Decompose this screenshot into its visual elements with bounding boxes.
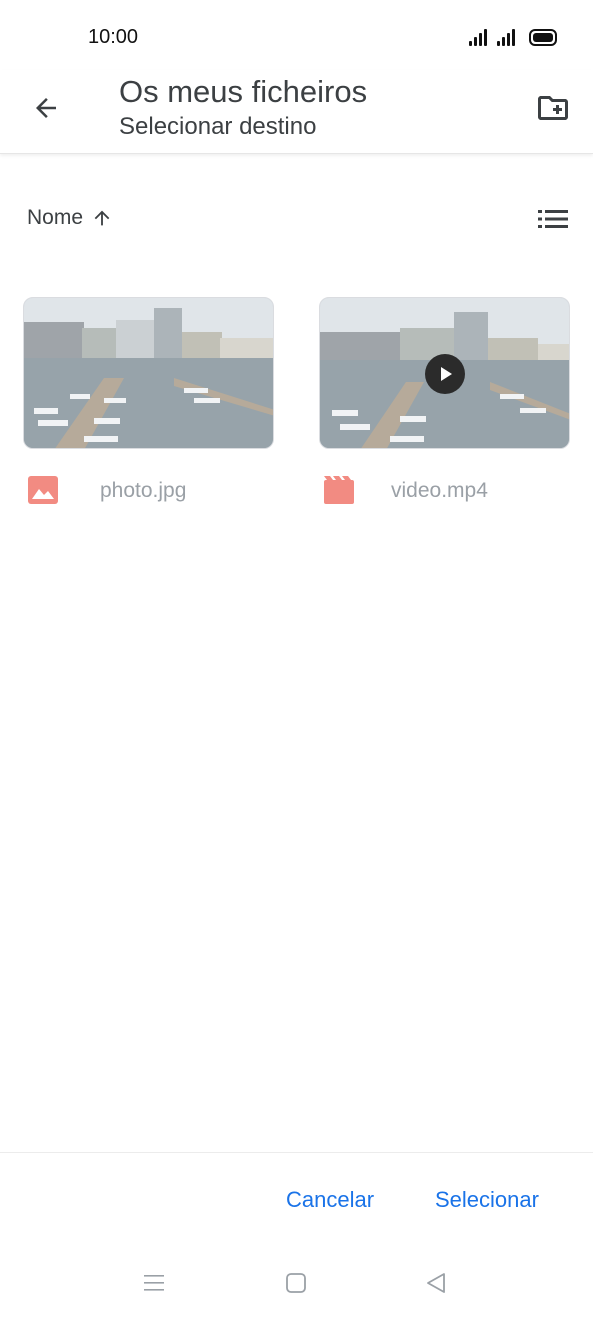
battery-icon xyxy=(529,29,557,46)
view-toggle-button[interactable] xyxy=(533,202,573,236)
back-triangle-icon xyxy=(427,1273,445,1293)
status-bar: 10:00 xyxy=(0,0,593,70)
action-bar: Cancelar Selecionar xyxy=(0,1152,593,1248)
signal-2-icon xyxy=(497,28,515,46)
sort-row: Nome xyxy=(0,196,593,242)
arrow-left-icon xyxy=(36,98,56,118)
file-name: video.mp4 xyxy=(391,479,488,502)
home-icon xyxy=(286,1273,306,1293)
movie-icon xyxy=(324,476,354,504)
file-meta: photo.jpg xyxy=(23,473,274,509)
sort-label: Nome xyxy=(27,206,84,229)
system-nav-bar xyxy=(0,1248,593,1318)
file-name: photo.jpg xyxy=(100,479,187,502)
nav-home-button[interactable] xyxy=(276,1268,316,1298)
signal-1-icon xyxy=(469,28,487,46)
play-icon xyxy=(425,354,465,394)
status-time: 10:00 xyxy=(88,26,139,48)
image-icon xyxy=(28,476,58,504)
create-new-folder-icon xyxy=(538,96,568,120)
arrow-up-icon xyxy=(94,210,110,226)
file-card-photo[interactable]: photo.jpg xyxy=(23,297,274,519)
new-folder-button[interactable] xyxy=(531,86,575,130)
page-subtitle: Selecionar destino xyxy=(119,113,317,140)
app-bar: Os meus ficheiros Selecionar destino xyxy=(0,70,593,154)
photo-thumbnail xyxy=(23,297,274,449)
nav-back-button[interactable] xyxy=(416,1268,456,1298)
cancel-button[interactable]: Cancelar xyxy=(282,1183,378,1217)
list-view-icon xyxy=(538,210,568,228)
menu-icon xyxy=(144,1275,164,1291)
select-button[interactable]: Selecionar xyxy=(431,1183,543,1217)
file-card-video[interactable]: video.mp4 xyxy=(319,297,570,519)
video-thumbnail xyxy=(319,297,570,449)
back-button[interactable] xyxy=(22,84,70,132)
app-bar-titles: Os meus ficheiros Selecionar destino xyxy=(119,74,367,142)
sort-by-name-button[interactable]: Nome xyxy=(27,206,113,230)
page-title: Os meus ficheiros xyxy=(119,74,368,109)
nav-menu-button[interactable] xyxy=(134,1268,174,1298)
status-icons xyxy=(469,28,557,46)
file-meta: video.mp4 xyxy=(319,473,570,509)
